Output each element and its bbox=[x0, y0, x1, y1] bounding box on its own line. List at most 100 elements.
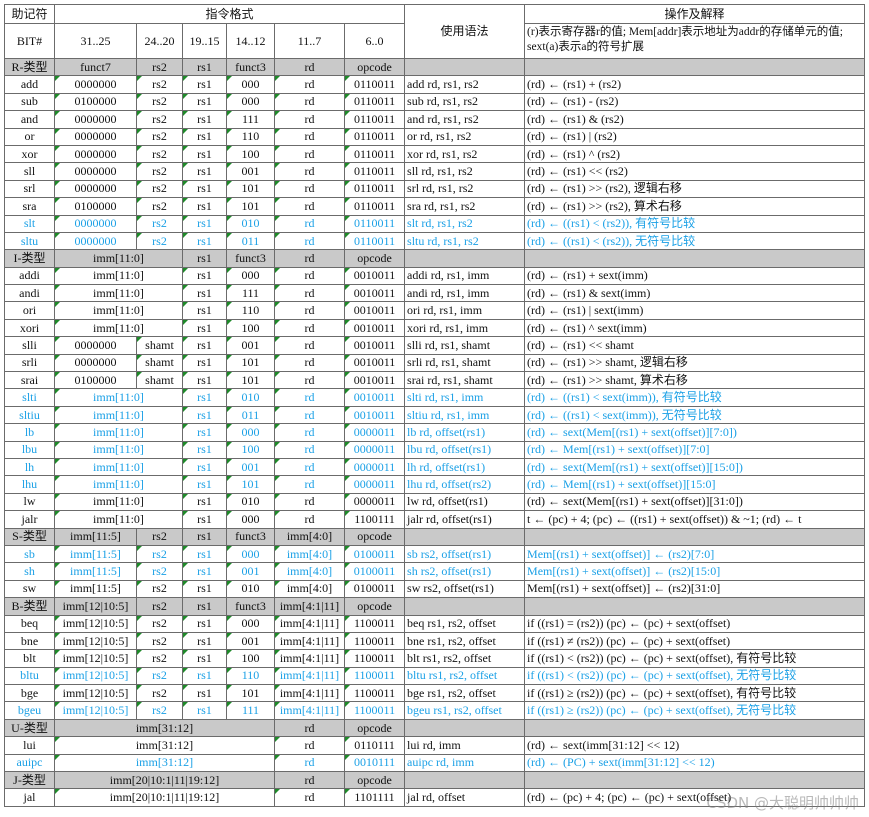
section-row: U-类型 imm[31:12] rd opcode bbox=[4, 718, 866, 738]
cell-text: 101 bbox=[241, 198, 260, 213]
cell-field-14-12: 000 bbox=[226, 266, 275, 286]
cell-text: imm[11:0] bbox=[93, 303, 144, 318]
cell-opcode: 0110011 bbox=[343, 75, 406, 94]
cell-text: 0000000 bbox=[74, 146, 117, 161]
cell-text: 0110011 bbox=[353, 111, 396, 126]
cell-text: 010 bbox=[241, 494, 260, 509]
cell-marker-icon bbox=[275, 737, 280, 743]
instruction-row: bne imm[12|10:5] rs2 rs1 001 imm[4:1|11] 11000… bbox=[4, 631, 866, 651]
cell-text: rs1 bbox=[197, 650, 212, 665]
cell-text: 0100011 bbox=[353, 581, 396, 596]
cell-marker-icon bbox=[137, 76, 142, 82]
cell-field-14-12: 010 bbox=[226, 388, 275, 407]
cell-operation: t ← (pc) + 4; (pc) ← ((rs1) + sext(offse… bbox=[524, 510, 866, 529]
cell-marker-icon bbox=[275, 94, 280, 99]
cell-marker-icon bbox=[345, 268, 350, 273]
cell-text: imm[11:0] bbox=[93, 511, 144, 526]
cell-marker-icon bbox=[275, 459, 280, 464]
cell-text: 001 bbox=[241, 633, 260, 648]
cell-marker-icon bbox=[183, 407, 188, 412]
bit-range-14-12: 14..12 bbox=[226, 23, 275, 59]
cell-text: 0110011 bbox=[353, 198, 396, 213]
cell-syntax: add rd, rs1, rs2 bbox=[404, 75, 526, 94]
cell-opcode: 0100011 bbox=[343, 579, 406, 599]
cell-syntax: sw rs2, offset(rs1) bbox=[404, 579, 526, 599]
cell-marker-icon bbox=[227, 163, 232, 169]
cell-syntax: sub rd, rs1, rs2 bbox=[404, 92, 526, 112]
cell-field-19-15: rs1 bbox=[182, 336, 227, 355]
instruction-row: or 0000000 rs2 rs1 110 rd 0110011 or rd, rs1, r… bbox=[4, 127, 866, 146]
cell-marker-icon bbox=[227, 372, 232, 378]
cell-syntax: lbu rd, offset(rs1) bbox=[404, 440, 526, 459]
cell-marker-icon bbox=[275, 320, 280, 325]
cell-field-31-25: imm[11:0] bbox=[54, 301, 183, 320]
cell-opcode: 1100111 bbox=[343, 510, 406, 529]
cell-marker-icon bbox=[137, 668, 142, 673]
cell-text: rs1 bbox=[197, 581, 212, 596]
cell-syntax: xor rd, rs1, rs2 bbox=[404, 144, 526, 164]
cell-operation: (rd) ← sext(Mem[(rs1) + sext(offset)][15… bbox=[524, 457, 866, 477]
instruction-row: slli 0000000 shamt rs1 001 rd 0010011 slli rd, … bbox=[4, 336, 866, 355]
cell-opcode: 0010011 bbox=[343, 353, 406, 373]
cell-mnemonic: sub bbox=[4, 92, 55, 112]
cell-text: 0000011 bbox=[353, 494, 396, 509]
cell-marker-icon bbox=[345, 685, 350, 691]
instruction-row: bge imm[12|10:5] rs2 rs1 101 imm[4:1|11] 11000… bbox=[4, 684, 866, 703]
cell-text: rd bbox=[304, 181, 315, 196]
cell-syntax: bge rs1, rs2, offset bbox=[404, 684, 526, 703]
cell-field-31-25: 0000000 bbox=[54, 214, 137, 233]
section-field-14-12: funct3 bbox=[226, 527, 275, 546]
cell-text: rs2 bbox=[152, 233, 167, 248]
cell-marker-icon bbox=[183, 302, 188, 308]
cell-text: rs1 bbox=[197, 164, 212, 179]
cell-field-31-25: imm[11:5] bbox=[54, 544, 137, 564]
cell-field-14-12: 111 bbox=[226, 701, 275, 720]
section-mnemonic: J-类型 bbox=[4, 771, 55, 790]
cell-marker-icon bbox=[275, 581, 280, 586]
instruction-row: add 0000000 rs2 rs1 000 rd 0110011 add rd, rs1,… bbox=[4, 75, 866, 94]
section-field-31-25: imm[31:12] bbox=[54, 718, 275, 738]
cell-marker-icon bbox=[345, 320, 350, 325]
cell-field-11-7: rd bbox=[274, 75, 345, 94]
cell-marker-icon bbox=[227, 668, 232, 673]
cell-text: imm[11:0] bbox=[93, 442, 144, 457]
cell-field-11-7: rd bbox=[274, 736, 345, 755]
section-field-31-25: imm[12|10:5] bbox=[54, 597, 137, 616]
cell-text: imm[4:1|11] bbox=[279, 633, 340, 648]
cell-text: imm[4:1|11] bbox=[279, 650, 340, 665]
cell-operation: (rd) ← (rs1) >> shamt, 逻辑右移 bbox=[524, 353, 866, 373]
instruction-row: and 0000000 rs2 rs1 111 rd 0110011 and rd, rs1,… bbox=[4, 110, 866, 129]
cell-text: rd bbox=[304, 320, 315, 335]
cell-text: imm[11:0] bbox=[93, 424, 144, 439]
cell-opcode: 0010011 bbox=[343, 405, 406, 425]
cell-marker-icon bbox=[275, 616, 280, 621]
cell-field-14-12: 111 bbox=[226, 110, 275, 129]
cell-mnemonic: lh bbox=[4, 457, 55, 477]
cell-text: 101 bbox=[241, 355, 260, 370]
cell-operation: (rd) ← (rs1) ^ (rs2) bbox=[524, 144, 866, 164]
cell-marker-icon bbox=[345, 633, 350, 638]
cell-marker-icon bbox=[183, 702, 188, 708]
cell-field-24-20: rs2 bbox=[136, 631, 183, 651]
cell-field-24-20: rs2 bbox=[136, 701, 183, 720]
cell-marker-icon bbox=[55, 181, 60, 186]
cell-mnemonic: and bbox=[4, 110, 55, 129]
cell-field-31-25: imm[11:0] bbox=[54, 284, 183, 303]
cell-marker-icon bbox=[55, 581, 60, 586]
cell-field-11-7: rd bbox=[274, 127, 345, 146]
cell-field-19-15: rs1 bbox=[182, 440, 227, 459]
cell-text: rs1 bbox=[197, 216, 212, 231]
instruction-row: slt 0000000 rs2 rs1 010 rd 0110011 slt rd, rs1,… bbox=[4, 214, 866, 233]
cell-mnemonic: lbu bbox=[4, 440, 55, 459]
cell-field-11-7: rd bbox=[274, 284, 345, 303]
cell-field-11-7: rd bbox=[274, 110, 345, 129]
cell-marker-icon bbox=[183, 285, 188, 291]
cell-operation: (rd) ← (rs1) & (rs2) bbox=[524, 110, 866, 129]
instruction-row: slti imm[11:0] rs1 010 rd 0010011 slti rd, rs1… bbox=[4, 388, 866, 407]
cell-marker-icon bbox=[227, 355, 232, 360]
cell-marker-icon bbox=[183, 129, 188, 134]
cell-syntax: srli rd, rs1, shamt bbox=[404, 353, 526, 373]
cell-mnemonic: lw bbox=[4, 492, 55, 512]
cell-text: rs1 bbox=[197, 372, 212, 387]
instruction-row: sh imm[11:5] rs2 rs1 001 imm[4:0] 0100011 sh rs… bbox=[4, 562, 866, 581]
